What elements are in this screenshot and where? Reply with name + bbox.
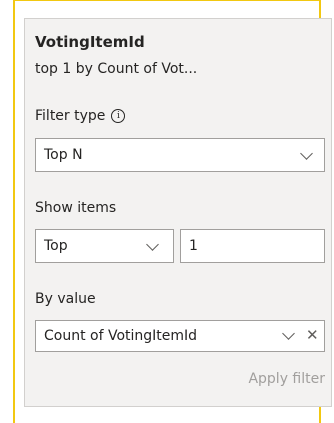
info-icon[interactable]: i <box>111 109 126 123</box>
by-value-field-well[interactable]: Count of VotingItemId ✕ <box>35 320 325 352</box>
selection-border-top <box>13 0 321 1</box>
close-icon[interactable]: ✕ <box>306 328 319 343</box>
filter-type-dropdown[interactable]: Top N <box>35 138 325 172</box>
show-items-count-value: 1 <box>189 238 198 254</box>
filter-card[interactable]: VotingItemId top 1 by Count of Vot... Fi… <box>24 18 332 407</box>
filter-type-value: Top N <box>44 147 83 163</box>
chevron-down-icon <box>300 147 313 160</box>
show-items-direction-dropdown[interactable]: Top <box>35 229 174 263</box>
show-items-direction-value: Top <box>44 238 68 254</box>
filter-type-label: Filter type <box>35 108 106 124</box>
by-value-field-name: Count of VotingItemId <box>44 328 198 344</box>
selection-border-left <box>13 0 15 423</box>
show-items-count-input[interactable]: 1 <box>180 229 325 263</box>
filter-field-name: VotingItemId <box>35 33 145 51</box>
chevron-down-icon[interactable] <box>282 327 295 340</box>
apply-filter-button[interactable]: Apply filter <box>248 371 325 387</box>
chevron-down-icon <box>146 238 159 251</box>
filter-type-label-row: Filter type i <box>35 108 126 124</box>
filter-summary: top 1 by Count of Vot... <box>35 61 198 77</box>
show-items-label: Show items <box>35 200 117 216</box>
by-value-label: By value <box>35 291 96 307</box>
